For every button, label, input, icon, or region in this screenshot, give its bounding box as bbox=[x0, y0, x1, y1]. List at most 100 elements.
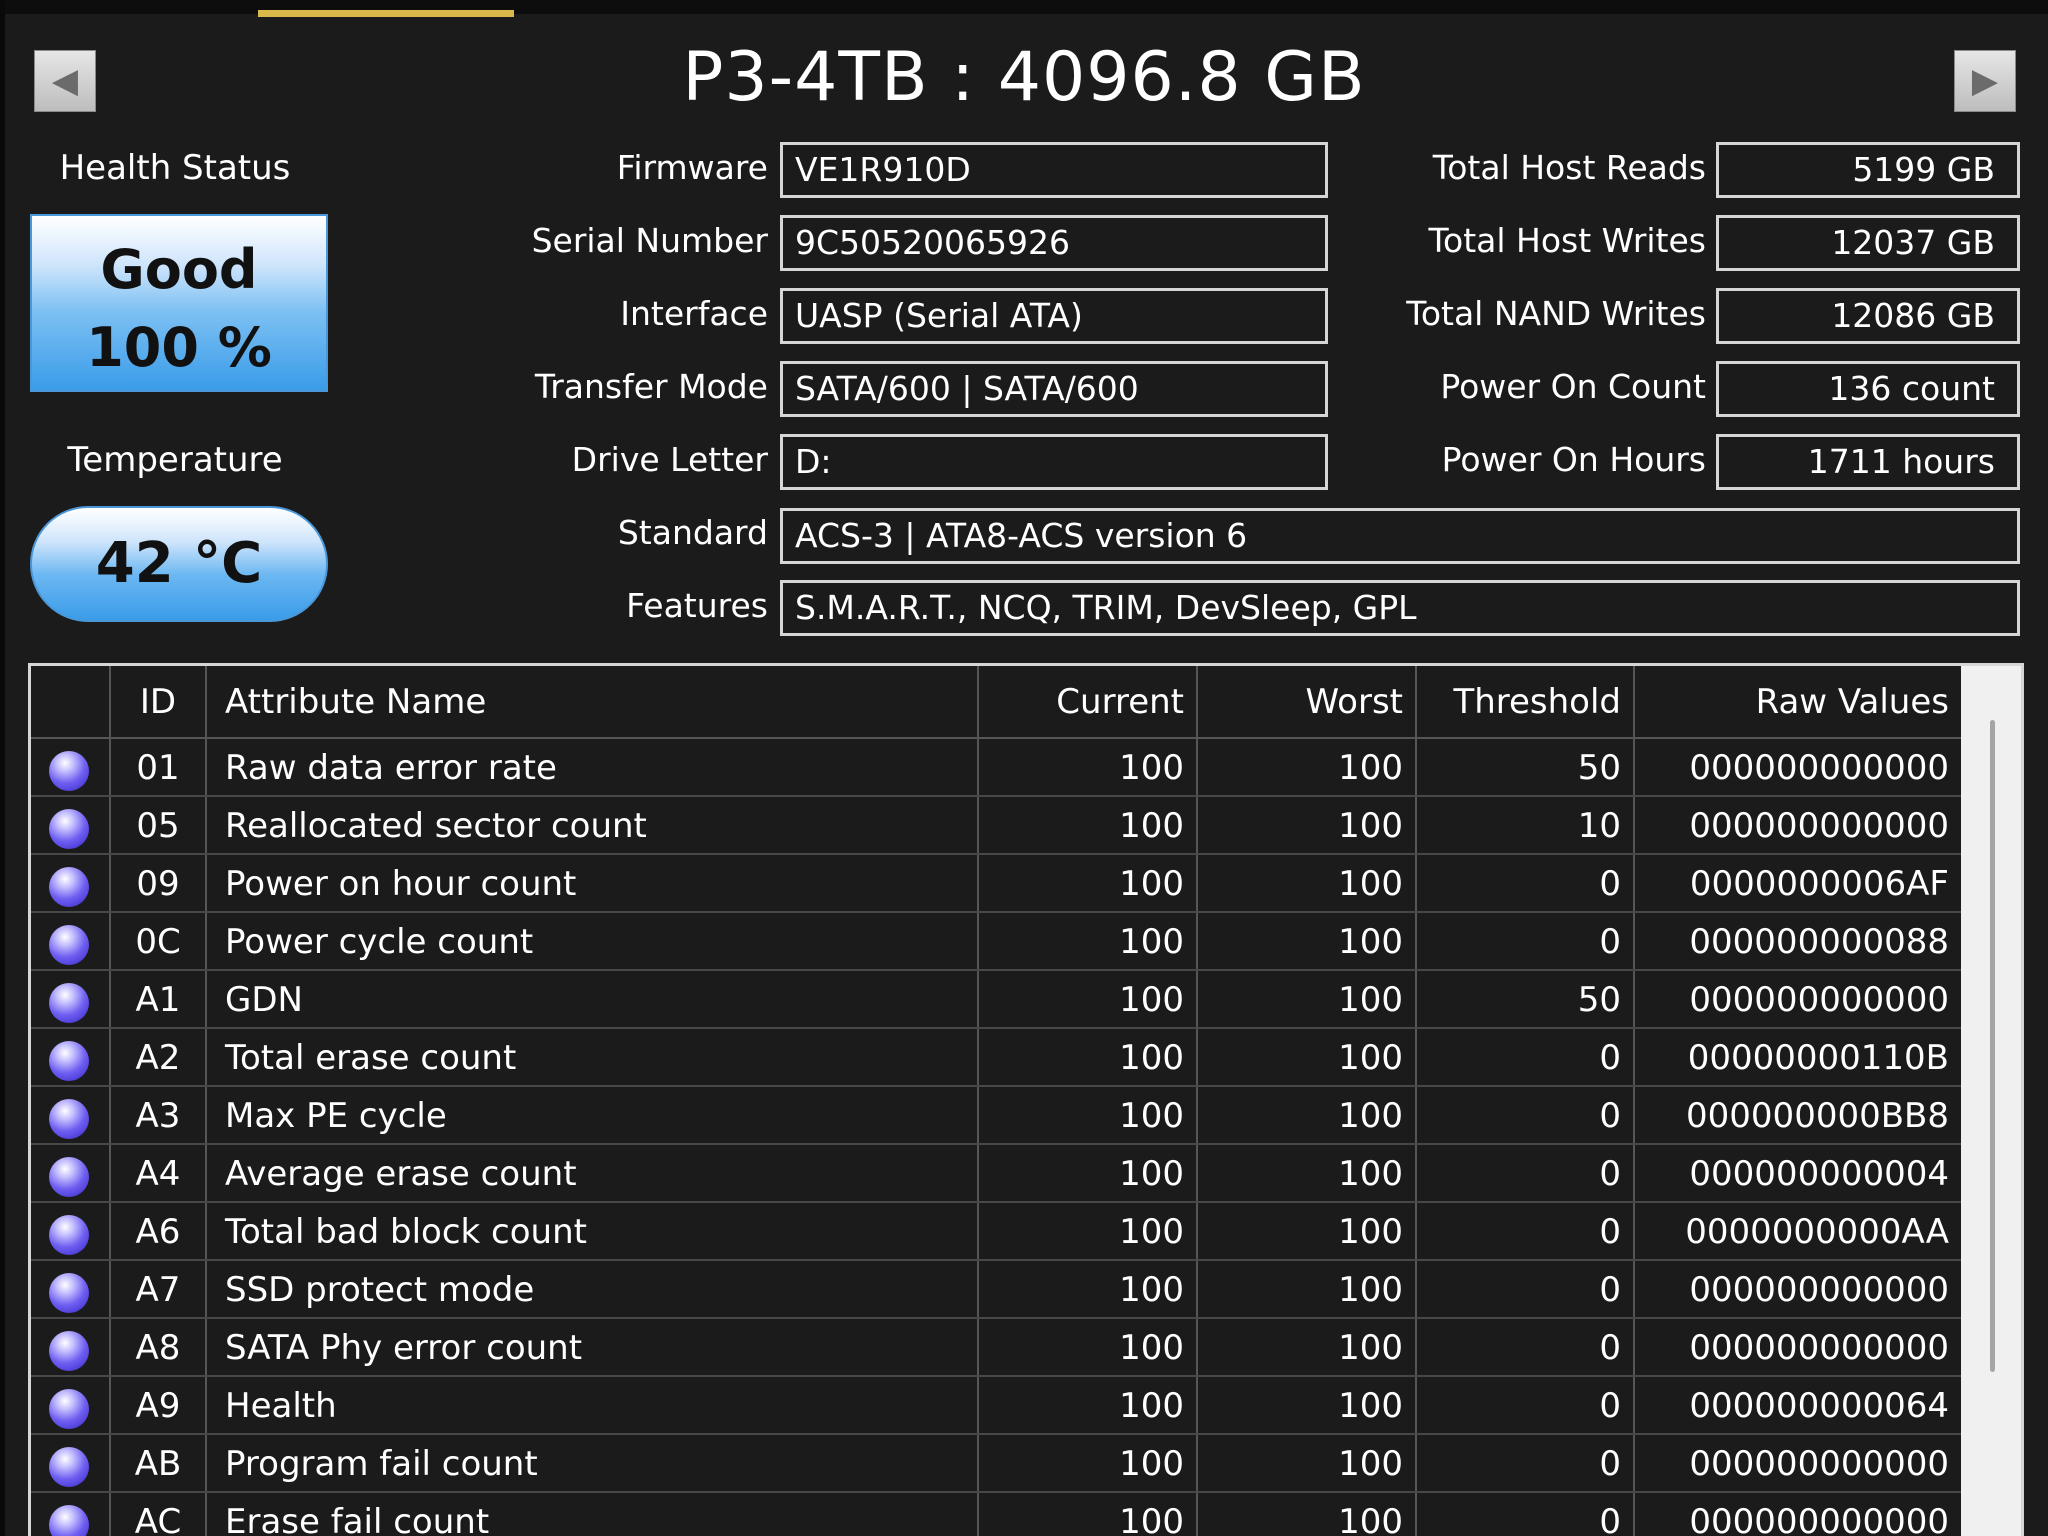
disk-title: P3-4TB : 4096.8 GB bbox=[682, 38, 1366, 117]
attr-raw-value: 000000000000 bbox=[1633, 1261, 1961, 1317]
attr-name: Program fail count bbox=[205, 1435, 977, 1491]
table-row[interactable]: A3 Max PE cycle 100 100 0 000000000BB8 bbox=[31, 1087, 1961, 1145]
serial-number-label: Serial Number bbox=[531, 221, 768, 260]
attr-current: 100 bbox=[977, 1435, 1196, 1491]
attr-id: A6 bbox=[109, 1203, 205, 1259]
header-threshold[interactable]: Threshold bbox=[1415, 666, 1633, 737]
header-id[interactable]: ID bbox=[109, 666, 205, 737]
standard-label: Standard bbox=[617, 513, 768, 552]
attr-worst: 100 bbox=[1196, 1493, 1415, 1536]
attr-threshold: 10 bbox=[1415, 797, 1633, 853]
table-row[interactable]: A6 Total bad block count 100 100 0 0000000000… bbox=[31, 1203, 1961, 1261]
power-on-hours-field: 1711 hours bbox=[1716, 434, 2020, 490]
attr-worst: 100 bbox=[1196, 913, 1415, 969]
interface-field: UASP (Serial ATA) bbox=[780, 288, 1328, 344]
status-dot-icon bbox=[49, 1041, 89, 1081]
table-row[interactable]: 09 Power on hour count 100 100 0 0000000006AF bbox=[31, 855, 1961, 913]
status-cell bbox=[31, 1087, 109, 1143]
table-row[interactable]: A2 Total erase count 100 100 0 00000000110B bbox=[31, 1029, 1961, 1087]
attr-worst: 100 bbox=[1196, 1377, 1415, 1433]
attr-id: A9 bbox=[109, 1377, 205, 1433]
attr-raw-value: 000000000088 bbox=[1633, 913, 1961, 969]
temperature-label: Temperature bbox=[67, 440, 283, 480]
status-dot-icon bbox=[49, 867, 89, 907]
table-row[interactable]: A8 SATA Phy error count 100 100 0 00000000000… bbox=[31, 1319, 1961, 1377]
attr-current: 100 bbox=[977, 1493, 1196, 1536]
status-cell bbox=[31, 739, 109, 795]
status-dot-icon bbox=[49, 1215, 89, 1255]
power-on-count-label: Power On Count bbox=[1440, 367, 1706, 406]
table-row[interactable]: 01 Raw data error rate 100 100 50 00000000000… bbox=[31, 739, 1961, 797]
status-dot-icon bbox=[49, 1389, 89, 1429]
attr-current: 100 bbox=[977, 971, 1196, 1027]
attr-threshold: 50 bbox=[1415, 971, 1633, 1027]
header-current[interactable]: Current bbox=[977, 666, 1196, 737]
attr-threshold: 0 bbox=[1415, 1377, 1633, 1433]
attr-name: Health bbox=[205, 1377, 977, 1433]
table-row[interactable]: A1 GDN 100 100 50 000000000000 bbox=[31, 971, 1961, 1029]
attr-name: SSD protect mode bbox=[205, 1261, 977, 1317]
attr-threshold: 50 bbox=[1415, 739, 1633, 795]
health-percent: 100 % bbox=[86, 316, 272, 379]
transfer-mode-label: Transfer Mode bbox=[534, 367, 768, 406]
table-row[interactable]: A7 SSD protect mode 100 100 0 000000000000 bbox=[31, 1261, 1961, 1319]
attr-name: Reallocated sector count bbox=[205, 797, 977, 853]
attr-name: Power cycle count bbox=[205, 913, 977, 969]
attr-name: Raw data error rate bbox=[205, 739, 977, 795]
total-nand-writes-label: Total NAND Writes bbox=[1406, 294, 1706, 333]
attr-worst: 100 bbox=[1196, 1319, 1415, 1375]
header-attribute-name[interactable]: Attribute Name bbox=[205, 666, 977, 737]
attr-raw-value: 000000000004 bbox=[1633, 1145, 1961, 1201]
table-row[interactable]: 0C Power cycle count 100 100 0 000000000088 bbox=[31, 913, 1961, 971]
attr-threshold: 0 bbox=[1415, 1087, 1633, 1143]
temperature-badge[interactable]: 42 °C bbox=[30, 506, 328, 622]
header-worst[interactable]: Worst bbox=[1196, 666, 1415, 737]
scrollbar-thumb[interactable] bbox=[1990, 720, 1995, 1372]
attr-id: A7 bbox=[109, 1261, 205, 1317]
total-host-reads-label: Total Host Reads bbox=[1432, 148, 1706, 187]
status-cell bbox=[31, 1145, 109, 1201]
power-on-hours-label: Power On Hours bbox=[1441, 440, 1706, 479]
attr-threshold: 0 bbox=[1415, 913, 1633, 969]
attr-id: 05 bbox=[109, 797, 205, 853]
attr-raw-value: 000000000BB8 bbox=[1633, 1087, 1961, 1143]
attr-name: Total bad block count bbox=[205, 1203, 977, 1259]
table-row[interactable]: A4 Average erase count 100 100 0 000000000004 bbox=[31, 1145, 1961, 1203]
table-row[interactable]: 05 Reallocated sector count 100 100 10 000000… bbox=[31, 797, 1961, 855]
health-status-badge[interactable]: Good 100 % bbox=[30, 214, 328, 392]
status-dot-icon bbox=[49, 751, 89, 791]
attr-raw-value: 00000000110B bbox=[1633, 1029, 1961, 1085]
attr-worst: 100 bbox=[1196, 1203, 1415, 1259]
table-row[interactable]: AC Erase fail count 100 100 0 000000000000 bbox=[31, 1493, 1961, 1536]
attr-threshold: 0 bbox=[1415, 1145, 1633, 1201]
attr-threshold: 0 bbox=[1415, 1203, 1633, 1259]
next-disk-button[interactable]: ▶ bbox=[1954, 50, 2016, 112]
header-status[interactable] bbox=[31, 666, 109, 737]
table-row[interactable]: AB Program fail count 100 100 0 000000000000 bbox=[31, 1435, 1961, 1493]
status-cell bbox=[31, 1493, 109, 1536]
status-cell bbox=[31, 855, 109, 911]
attr-threshold: 0 bbox=[1415, 1261, 1633, 1317]
total-host-reads-field: 5199 GB bbox=[1716, 142, 2020, 198]
smart-attributes-table[interactable]: ID Attribute Name Current Worst Threshol… bbox=[28, 663, 2024, 1536]
attr-current: 100 bbox=[977, 1319, 1196, 1375]
attr-id: A8 bbox=[109, 1319, 205, 1375]
health-status-label: Health Status bbox=[59, 148, 291, 188]
attr-current: 100 bbox=[977, 855, 1196, 911]
attr-threshold: 0 bbox=[1415, 1029, 1633, 1085]
attr-worst: 100 bbox=[1196, 1145, 1415, 1201]
status-cell bbox=[31, 797, 109, 853]
attr-name: Erase fail count bbox=[205, 1493, 977, 1536]
attr-id: A4 bbox=[109, 1145, 205, 1201]
right-triangle-icon: ▶ bbox=[1971, 61, 1999, 101]
attr-threshold: 0 bbox=[1415, 1493, 1633, 1536]
table-row[interactable]: A9 Health 100 100 0 000000000064 bbox=[31, 1377, 1961, 1435]
attr-raw-value: 0000000006AF bbox=[1633, 855, 1961, 911]
attr-worst: 100 bbox=[1196, 739, 1415, 795]
features-label: Features bbox=[626, 586, 768, 625]
interface-label: Interface bbox=[620, 294, 768, 333]
status-dot-icon bbox=[49, 1331, 89, 1371]
status-cell bbox=[31, 913, 109, 969]
attr-current: 100 bbox=[977, 1203, 1196, 1259]
header-raw-values[interactable]: Raw Values bbox=[1633, 666, 1961, 737]
